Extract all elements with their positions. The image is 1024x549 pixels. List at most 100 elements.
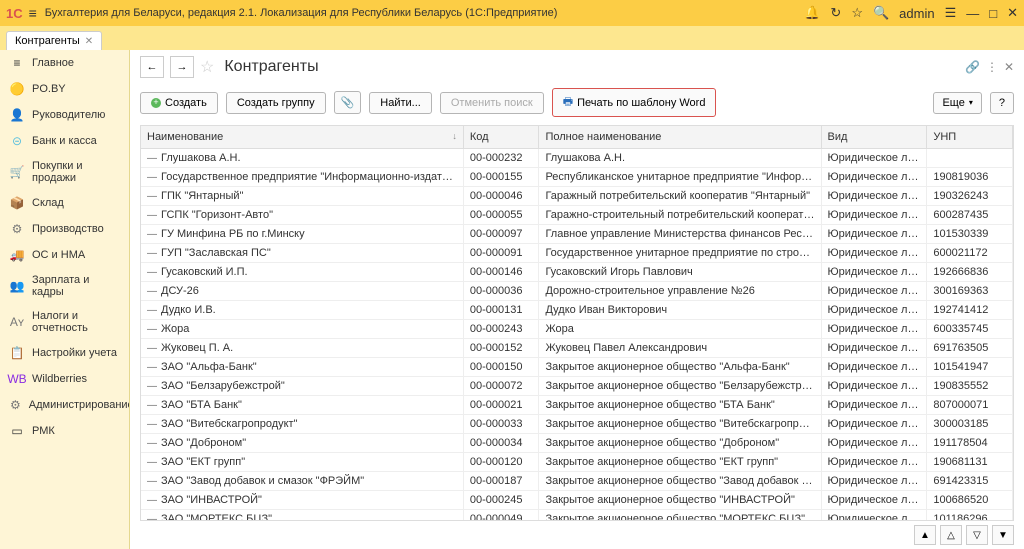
col-type[interactable]: Вид (821, 126, 927, 149)
table-row[interactable]: —ЗАО "Альфа-Банк"00-000150Закрытое акцио… (141, 358, 1013, 377)
bell-icon[interactable]: 🔔 (804, 5, 820, 21)
row-item-icon: — (147, 324, 157, 335)
create-button[interactable]: +Создать (140, 92, 218, 114)
sidebar-label: Руководителю (32, 109, 105, 121)
sidebar-label: Покупки и продажи (32, 160, 119, 184)
table-row[interactable]: —Жора00-000243ЖораЮридическое лицо600335… (141, 320, 1013, 339)
row-item-icon: — (147, 381, 157, 392)
sidebar-label: Банк и касса (32, 135, 97, 147)
table-row[interactable]: —ЗАО "Завод добавок и смазок "ФРЭЙМ"00-0… (141, 472, 1013, 491)
cancel-find-button: Отменить поиск (440, 92, 544, 114)
nav-back-button[interactable]: ← (140, 56, 164, 78)
table-row[interactable]: —ГУ Минфина РБ по г.Минску00-000097Главн… (141, 225, 1013, 244)
sidebar-item[interactable]: 📦Склад (0, 190, 129, 216)
link-icon[interactable]: 🔗 (965, 60, 980, 74)
sidebar-icon: 📋 (10, 346, 24, 360)
sidebar-item[interactable]: ⊝Банк и касса (0, 128, 129, 154)
table-row[interactable]: —ЗАО "ИНВАСТРОЙ"00-000245Закрытое акцион… (141, 491, 1013, 510)
table-row[interactable]: —ДСУ-2600-000036Дорожно-строительное упр… (141, 282, 1013, 301)
sidebar-item[interactable]: 🚚ОС и НМА (0, 242, 129, 268)
table-row[interactable]: —Дудко И.В.00-000131Дудко Иван Викторови… (141, 301, 1013, 320)
maximize-icon[interactable]: □ (989, 6, 997, 21)
row-item-icon: — (147, 191, 157, 202)
search-icon[interactable]: 🔍 (873, 5, 889, 21)
print-word-button[interactable]: 🖶Печать по шаблону Word (552, 88, 717, 117)
history-icon[interactable]: ↻ (830, 5, 841, 21)
more-button[interactable]: Еще ▾ (933, 92, 981, 114)
sort-indicator: ↓ (452, 131, 457, 141)
titlebar: 1C ≡ Бухгалтерия для Беларуси, редакция … (0, 0, 1024, 26)
table-row[interactable]: —ЗАО "Доброном"00-000034Закрытое акционе… (141, 434, 1013, 453)
sidebar-icon: ⚙ (10, 222, 24, 236)
scroll-down-button[interactable]: ▽ (966, 525, 988, 545)
sidebar-label: Главное (32, 57, 74, 69)
table-row[interactable]: —ЗАО "ЕКТ групп"00-000120Закрытое акцион… (141, 453, 1013, 472)
table-row[interactable]: —ГУП "Заславская ПС"00-000091Государстве… (141, 244, 1013, 263)
sidebar-icon: 📦 (10, 196, 24, 210)
sidebar-label: ОС и НМА (32, 249, 85, 261)
row-item-icon: — (147, 172, 157, 183)
sidebar-item[interactable]: ⚙Производство (0, 216, 129, 242)
table-row[interactable]: —Жуковец П. А.00-000152Жуковец Павел Але… (141, 339, 1013, 358)
sidebar-item[interactable]: 🟡PO.BY (0, 76, 129, 102)
col-fullname[interactable]: Полное наименование (539, 126, 821, 149)
menu-icon[interactable]: ≡ (29, 5, 37, 21)
row-item-icon: — (147, 476, 157, 487)
row-item-icon: — (147, 229, 157, 240)
favorite-star-icon[interactable]: ☆ (200, 57, 214, 77)
tab-close-icon[interactable]: ✕ (85, 36, 93, 47)
sidebar-item[interactable]: ▭РМК (0, 418, 129, 444)
sidebar-icon: 🛒 (10, 165, 24, 179)
col-unp[interactable]: УНП (927, 126, 1013, 149)
col-name[interactable]: Наименование↓ (141, 126, 463, 149)
nav-forward-button[interactable]: → (170, 56, 194, 78)
row-item-icon: — (147, 343, 157, 354)
sidebar-item[interactable]: 📋Настройки учета (0, 340, 129, 366)
kebab-icon[interactable]: ⋮ (986, 60, 998, 74)
sidebar-item[interactable]: АʏНалоги и отчетность (0, 304, 129, 340)
row-item-icon: — (147, 495, 157, 506)
sidebar-item[interactable]: 👥Зарплата и кадры (0, 268, 129, 304)
minimize-icon[interactable]: — (966, 6, 979, 21)
row-item-icon: — (147, 514, 157, 521)
sidebar-icon: WB (10, 372, 24, 386)
sidebar-item[interactable]: ⚙Администрирование (0, 392, 129, 418)
sidebar-item[interactable]: ≡ Главное (0, 50, 129, 76)
data-table: Наименование↓ Код Полное наименование Ви… (141, 126, 1013, 521)
table-row[interactable]: —Государственное предприятие "Информацио… (141, 168, 1013, 187)
sidebar-icon: ⚙ (10, 398, 21, 412)
tab-contragents[interactable]: Контрагенты ✕ (6, 31, 102, 50)
scroll-up-button[interactable]: △ (940, 525, 962, 545)
col-code[interactable]: Код (463, 126, 539, 149)
user-label[interactable]: admin (899, 6, 934, 21)
row-item-icon: — (147, 400, 157, 411)
page-close-icon[interactable]: ✕ (1004, 60, 1014, 74)
create-group-button[interactable]: Создать группу (226, 92, 326, 114)
attach-button[interactable]: 📎 (334, 91, 362, 114)
table-row[interactable]: —ЗАО "Витебскагропродукт"00-000033Закрыт… (141, 415, 1013, 434)
table-row[interactable]: —ГСПК "Горизонт-Авто"00-000055Гаражно-ст… (141, 206, 1013, 225)
row-item-icon: — (147, 457, 157, 468)
table-row[interactable]: —Глушакова А.Н.00-000232Глушакова А.Н.Юр… (141, 149, 1013, 168)
table-row[interactable]: —Гусаковский И.П.00-000146Гусаковский Иг… (141, 263, 1013, 282)
sidebar-icon: ≡ (10, 56, 24, 70)
star-icon[interactable]: ☆ (851, 5, 863, 21)
find-button[interactable]: Найти... (369, 92, 432, 114)
scroll-top-button[interactable]: ▲ (914, 525, 936, 545)
settings-icon[interactable]: ☰ (945, 5, 957, 21)
page-title: Контрагенты (224, 58, 318, 76)
sidebar: ≡ Главное 🟡PO.BY👤Руководителю⊝Банк и касса… (0, 50, 130, 549)
sidebar-label: Зарплата и кадры (32, 274, 119, 298)
sidebar-label: Налоги и отчетность (32, 310, 119, 334)
table-row[interactable]: —ЗАО "БТА Банк"00-000021Закрытое акционе… (141, 396, 1013, 415)
help-button[interactable]: ? (990, 92, 1014, 114)
sidebar-item[interactable]: 🛒 Покупки и продажи (0, 154, 129, 190)
row-item-icon: — (147, 305, 157, 316)
table-row[interactable]: —ЗАО "МОРТЕКС БЦЗ"00-000049Закрытое акци… (141, 510, 1013, 522)
sidebar-item[interactable]: WBWildberries (0, 366, 129, 392)
sidebar-item[interactable]: 👤Руководителю (0, 102, 129, 128)
close-icon[interactable]: ✕ (1007, 5, 1018, 21)
table-row[interactable]: —ЗАО "Белзарубежстрой"00-000072Закрытое … (141, 377, 1013, 396)
table-row[interactable]: —ГПК "Янтарный"00-000046Гаражный потреби… (141, 187, 1013, 206)
scroll-bottom-button[interactable]: ▼ (992, 525, 1014, 545)
